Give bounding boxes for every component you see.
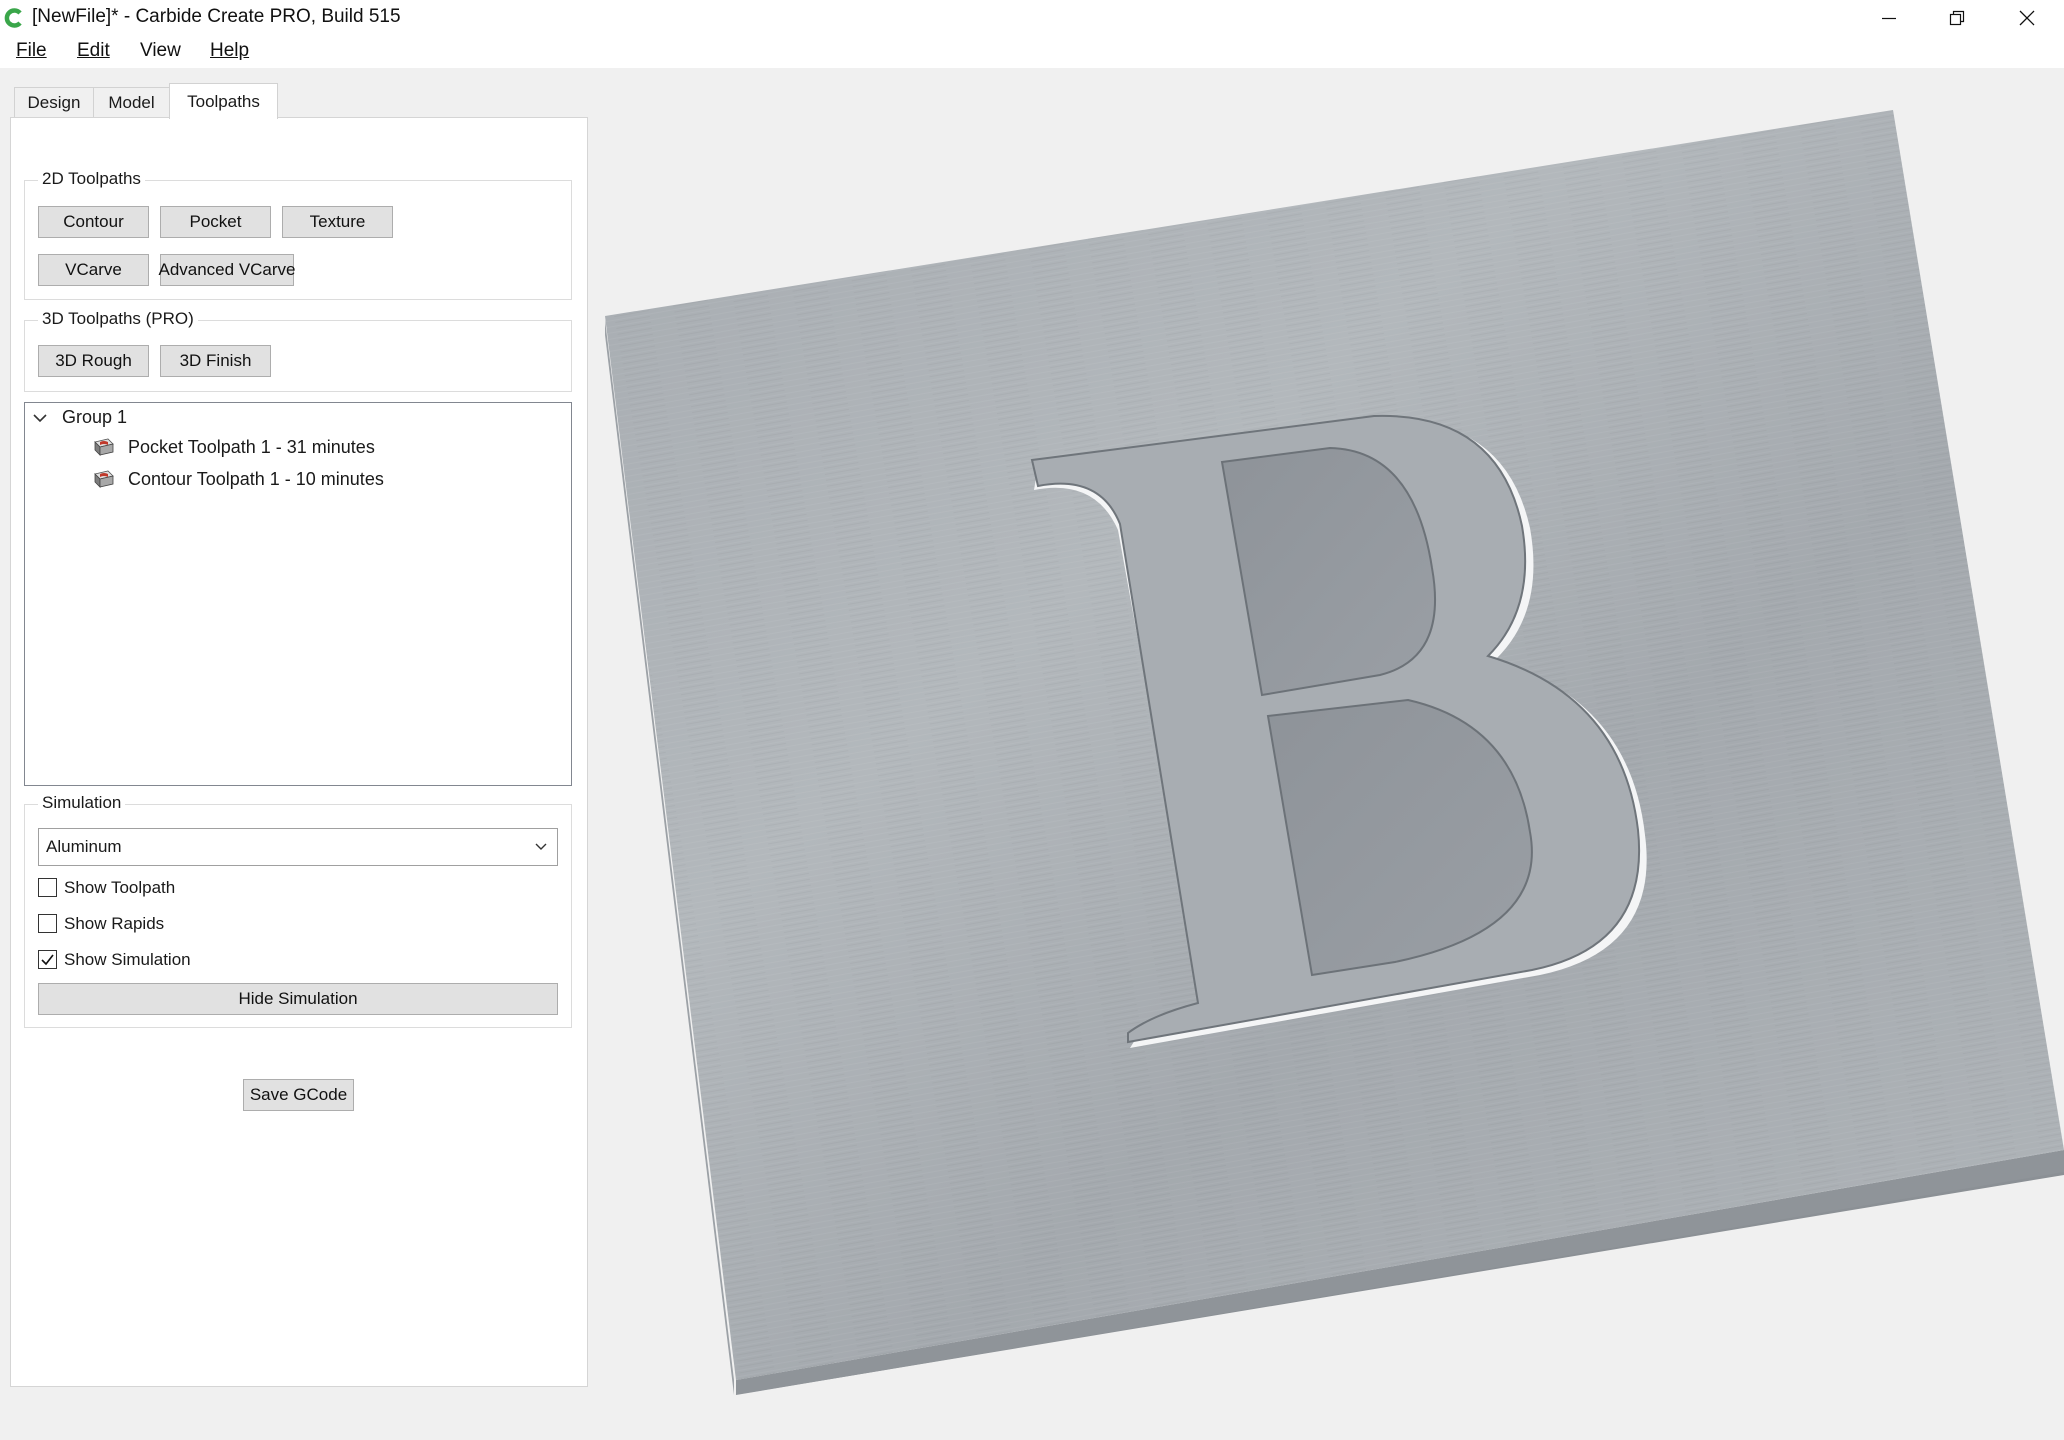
show-simulation-label: Show Simulation bbox=[64, 950, 191, 969]
tree-group-label[interactable]: Group 1 bbox=[62, 407, 127, 428]
toolpath-icon bbox=[92, 436, 116, 463]
aluminum-stock-render bbox=[605, 110, 2064, 1395]
minimize-icon bbox=[1882, 17, 1896, 20]
menu-help[interactable]: Help bbox=[210, 40, 249, 62]
tab-design[interactable]: Design bbox=[14, 87, 94, 117]
contour-button[interactable]: Contour bbox=[38, 206, 149, 238]
advanced-vcarve-button[interactable]: Advanced VCarve bbox=[158, 254, 296, 286]
3d-rough-button[interactable]: 3D Rough bbox=[38, 345, 149, 377]
show-rapids-checkbox[interactable] bbox=[38, 914, 57, 933]
menu-bar bbox=[0, 36, 2064, 68]
show-toolpath-checkbox[interactable] bbox=[38, 878, 57, 897]
chevron-down-icon[interactable] bbox=[32, 410, 48, 431]
menu-edit[interactable]: Edit bbox=[77, 40, 110, 62]
show-toolpath-label: Show Toolpath bbox=[64, 878, 176, 897]
pocket-button[interactable]: Pocket bbox=[160, 206, 271, 238]
tree-item[interactable]: Contour Toolpath 1 - 10 minutes bbox=[128, 469, 384, 490]
show-simulation-checkbox[interactable] bbox=[38, 950, 57, 969]
checkmark-icon bbox=[41, 954, 54, 966]
vcarve-button[interactable]: VCarve bbox=[38, 254, 149, 286]
simulation-viewport[interactable] bbox=[600, 70, 2064, 1440]
menu-file-label: File bbox=[16, 40, 47, 61]
window-title: [NewFile]* - Carbide Create PRO, Build 5… bbox=[32, 6, 401, 27]
app-logo-icon bbox=[4, 8, 24, 28]
tree-item[interactable]: Pocket Toolpath 1 - 31 minutes bbox=[128, 437, 375, 458]
minimize-button[interactable] bbox=[1854, 0, 1924, 36]
texture-button[interactable]: Texture bbox=[282, 206, 393, 238]
group-2d-toolpaths-title: 2D Toolpaths bbox=[38, 169, 145, 189]
menu-view[interactable]: View bbox=[140, 40, 181, 62]
chevron-down-icon bbox=[534, 840, 548, 859]
material-select-value: Aluminum bbox=[46, 837, 122, 856]
restore-button[interactable] bbox=[1922, 0, 1992, 36]
menu-file[interactable]: File bbox=[16, 40, 47, 62]
show-rapids-label: Show Rapids bbox=[64, 914, 165, 933]
menu-edit-label: Edit bbox=[77, 40, 110, 61]
tab-model[interactable]: Model bbox=[93, 87, 170, 117]
group-3d-toolpaths-title: 3D Toolpaths (PRO) bbox=[38, 309, 198, 329]
tab-toolpaths[interactable]: Toolpaths bbox=[169, 83, 278, 119]
tab-toolpaths-label: Toolpaths bbox=[187, 91, 260, 111]
tab-model-label: Model bbox=[108, 92, 155, 112]
menu-view-label: View bbox=[140, 40, 181, 61]
save-gcode-button[interactable]: Save GCode bbox=[243, 1079, 354, 1111]
menu-help-label: Help bbox=[210, 40, 250, 61]
close-window-button[interactable] bbox=[1992, 0, 2062, 36]
3d-finish-button[interactable]: 3D Finish bbox=[160, 345, 271, 377]
tab-design-label: Design bbox=[27, 92, 81, 112]
restore-icon bbox=[1949, 10, 1965, 26]
close-icon bbox=[2019, 10, 2035, 26]
hide-simulation-button[interactable]: Hide Simulation bbox=[38, 983, 558, 1015]
group-simulation-title: Simulation bbox=[38, 793, 126, 813]
toolpath-icon bbox=[92, 468, 116, 495]
